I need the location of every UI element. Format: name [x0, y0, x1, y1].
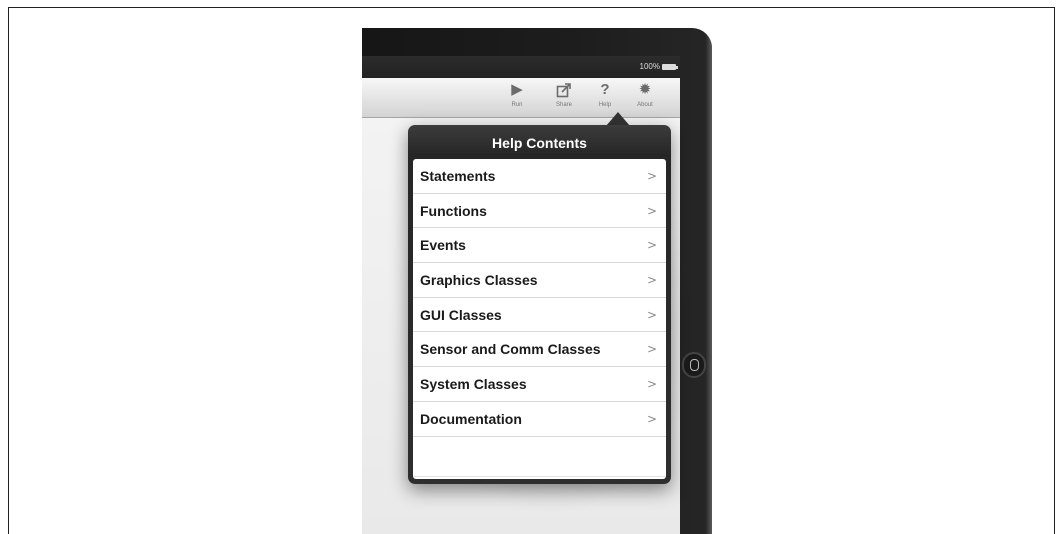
- list-item-sensor-comm-classes[interactable]: Sensor and Comm Classes >: [413, 332, 666, 368]
- run-label: Run: [511, 102, 523, 108]
- about-label: About: [637, 102, 653, 108]
- help-icon: ?: [600, 81, 610, 98]
- popover-arrow: [606, 112, 630, 126]
- help-button[interactable]: ? Help: [590, 80, 620, 116]
- list-item-label: Events: [420, 237, 466, 254]
- share-button[interactable]: Share: [549, 80, 579, 116]
- list-item-label: GUI Classes: [420, 306, 502, 323]
- chevron-right-icon: >: [646, 238, 657, 253]
- list-item-statements[interactable]: Statements >: [413, 159, 666, 194]
- run-button[interactable]: ▶ Run: [502, 80, 532, 116]
- chevron-right-icon: >: [646, 376, 657, 391]
- list-item-label: Graphics Classes: [420, 271, 538, 288]
- list-item-label: Functions: [420, 202, 487, 219]
- list-empty-row: [413, 437, 666, 477]
- list-item-label: System Classes: [420, 375, 527, 392]
- list-item-gui-classes[interactable]: GUI Classes >: [413, 298, 666, 333]
- toolbar: ▶ Run Share ? Help ✹ About: [362, 78, 680, 118]
- chevron-right-icon: >: [646, 168, 657, 183]
- bezel-edge: [706, 28, 712, 534]
- list-item-documentation[interactable]: Documentation >: [413, 402, 666, 437]
- list-item-label: Statements: [420, 167, 496, 184]
- battery-icon: [662, 64, 678, 70]
- share-label: Share: [555, 102, 572, 108]
- popover-title: Help Contents: [492, 135, 587, 151]
- help-popover: Help Contents Statements > Functions > E…: [408, 125, 671, 484]
- chevron-right-icon: >: [646, 411, 657, 426]
- chevron-right-icon: >: [646, 272, 657, 287]
- share-icon: [549, 80, 579, 100]
- chevron-right-icon: >: [646, 307, 657, 322]
- chevron-right-icon: >: [646, 203, 657, 218]
- help-label: Help: [598, 102, 612, 108]
- help-contents-list: Statements > Functions > Events > Graphi…: [413, 159, 666, 479]
- gear-icon: ✹: [638, 81, 652, 98]
- list-item-label: Sensor and Comm Classes: [420, 341, 601, 358]
- list-item-events[interactable]: Events >: [413, 228, 666, 264]
- list-item-functions[interactable]: Functions >: [413, 194, 666, 229]
- play-icon: ▶: [511, 81, 523, 98]
- about-button[interactable]: ✹ About: [630, 80, 660, 116]
- chevron-right-icon: >: [646, 342, 657, 357]
- list-item-system-classes[interactable]: System Classes >: [413, 367, 666, 402]
- list-item-label: Documentation: [420, 410, 522, 427]
- status-bar: 100%: [362, 56, 680, 78]
- battery-percentage: 100%: [639, 62, 660, 71]
- list-item-graphics-classes[interactable]: Graphics Classes >: [413, 263, 666, 298]
